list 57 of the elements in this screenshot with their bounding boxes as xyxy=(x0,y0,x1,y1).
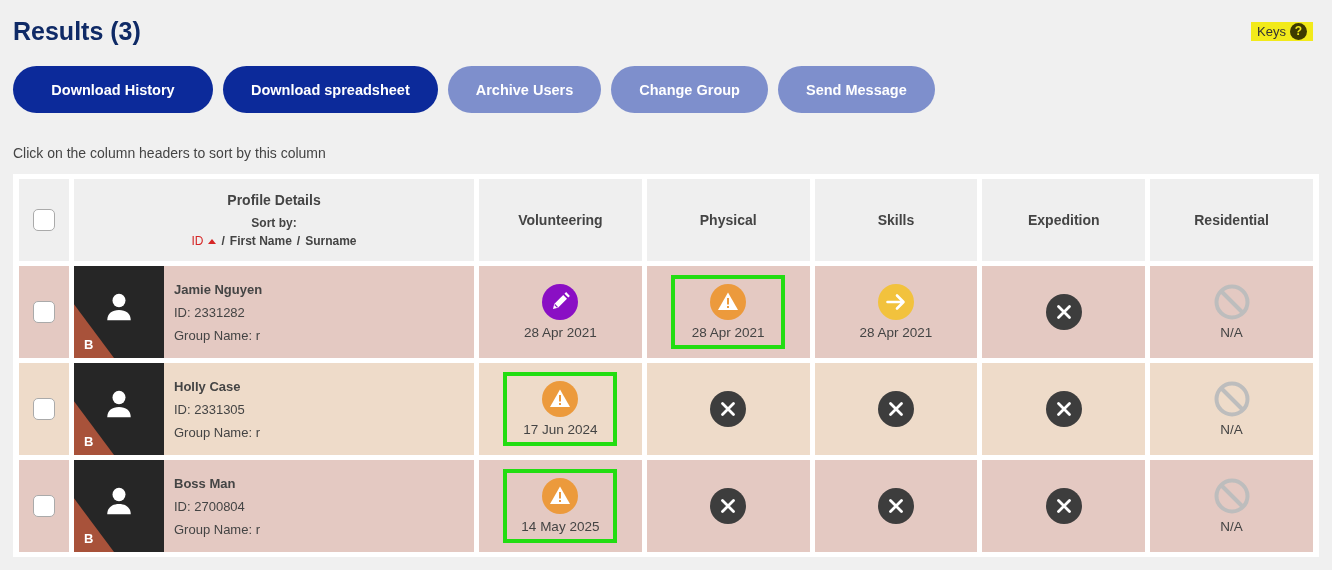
checkbox[interactable] xyxy=(33,209,55,231)
cross-icon xyxy=(710,391,747,427)
column-header[interactable]: Profile Details xyxy=(227,192,321,208)
status-date: 28 Apr 2021 xyxy=(523,325,597,340)
prohibited-icon xyxy=(1213,478,1250,514)
column-header[interactable]: Expedition xyxy=(1028,212,1100,228)
sort-label: Sort by: xyxy=(251,216,297,230)
prohibited-icon xyxy=(1213,381,1250,417)
column-header[interactable]: Volunteering xyxy=(518,212,603,228)
person-id: ID: 2331282 xyxy=(174,304,246,320)
person-id: ID: 2331305 xyxy=(174,401,246,417)
status-date: 28 Apr 2021 xyxy=(859,325,933,340)
sort-hint: Click on the column headers to sort by this column xyxy=(13,145,327,161)
group-name: Group Name: r xyxy=(174,521,260,537)
person-name: Boss Man xyxy=(174,475,237,491)
cross-icon xyxy=(710,488,747,524)
person-name: Holly Case xyxy=(174,378,242,394)
status-date: 14 May 2025 xyxy=(521,519,600,534)
separator: / xyxy=(296,234,301,248)
cross-icon xyxy=(878,488,914,524)
status-text: N/A xyxy=(1220,325,1243,340)
arrow-right-icon xyxy=(878,284,914,320)
status-date: 28 Apr 2021 xyxy=(691,325,765,340)
group-label: B xyxy=(84,531,94,546)
group-name: Group Name: r xyxy=(174,327,261,343)
checkbox[interactable] xyxy=(33,398,55,420)
prohibited-icon xyxy=(1213,284,1250,320)
warning-icon xyxy=(542,381,579,417)
column-header[interactable]: Physical xyxy=(699,212,757,228)
group-name: Group Name: r xyxy=(174,424,260,440)
warning-icon xyxy=(710,284,747,320)
status-date: 17 Jun 2024 xyxy=(523,422,598,437)
keys-link[interactable]: Keys ? xyxy=(1251,21,1313,41)
column-header[interactable]: Residential xyxy=(1194,212,1269,228)
action-button[interactable]: Download History xyxy=(13,66,213,113)
cross-icon xyxy=(1045,294,1082,330)
help-icon: ? xyxy=(1290,22,1307,40)
cross-icon xyxy=(878,391,914,427)
person-name: Jamie Nguyen xyxy=(174,281,263,297)
status-text: N/A xyxy=(1220,519,1243,534)
separator: / xyxy=(221,234,225,248)
cross-icon xyxy=(1045,391,1082,427)
page-title: Results (3) xyxy=(13,16,141,46)
cross-icon xyxy=(1045,488,1082,524)
checkbox[interactable] xyxy=(33,495,55,517)
sort-link[interactable]: ID xyxy=(191,234,217,248)
column-header[interactable]: Skills xyxy=(877,212,915,228)
sort-link[interactable]: First Name xyxy=(229,234,292,248)
action-button[interactable]: Download spreadsheet xyxy=(223,66,438,113)
group-label: B xyxy=(84,337,94,352)
checkbox[interactable] xyxy=(33,301,55,323)
group-label: B xyxy=(84,434,94,449)
person-id: ID: 2700804 xyxy=(174,498,246,514)
sort-link[interactable]: Surname xyxy=(305,234,357,248)
pencil-icon xyxy=(542,284,579,320)
warning-icon xyxy=(542,478,579,514)
status-text: N/A xyxy=(1220,422,1243,437)
